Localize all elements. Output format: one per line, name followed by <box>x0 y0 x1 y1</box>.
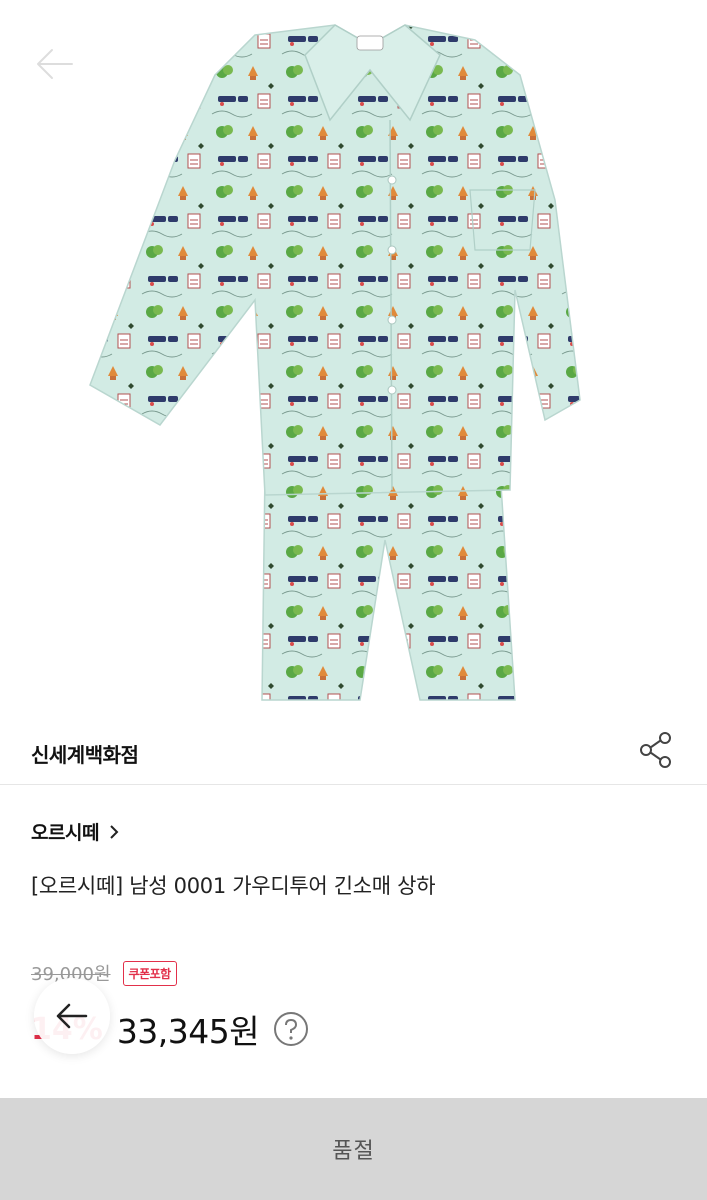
soldout-button[interactable]: 품절 <box>0 1098 707 1200</box>
product-title: [오르시떼] 남성 0001 가우디투어 긴소매 상하 <box>31 874 436 898</box>
brand-name: 오르시떼 <box>31 822 99 844</box>
share-icon <box>640 732 671 768</box>
soldout-label: 품절 <box>332 1139 375 1164</box>
share-button[interactable] <box>636 730 676 770</box>
brand-link[interactable]: 오르시떼 <box>31 818 121 845</box>
question-circle-icon[interactable] <box>273 1011 309 1047</box>
arrow-left-icon <box>56 1003 88 1029</box>
product-image <box>0 0 707 715</box>
pajama-illustration <box>89 24 581 701</box>
seller-row: 신세계백화점 <box>0 715 707 785</box>
seller-name: 신세계백화점 <box>31 743 139 767</box>
back-button[interactable] <box>28 38 80 90</box>
chevron-right-icon <box>110 824 119 839</box>
arrow-left-icon <box>36 48 74 80</box>
coupon-badge: 쿠폰포함 <box>122 960 177 986</box>
floating-back-button[interactable] <box>34 978 110 1054</box>
sale-price: 33,345원 <box>116 1012 260 1051</box>
